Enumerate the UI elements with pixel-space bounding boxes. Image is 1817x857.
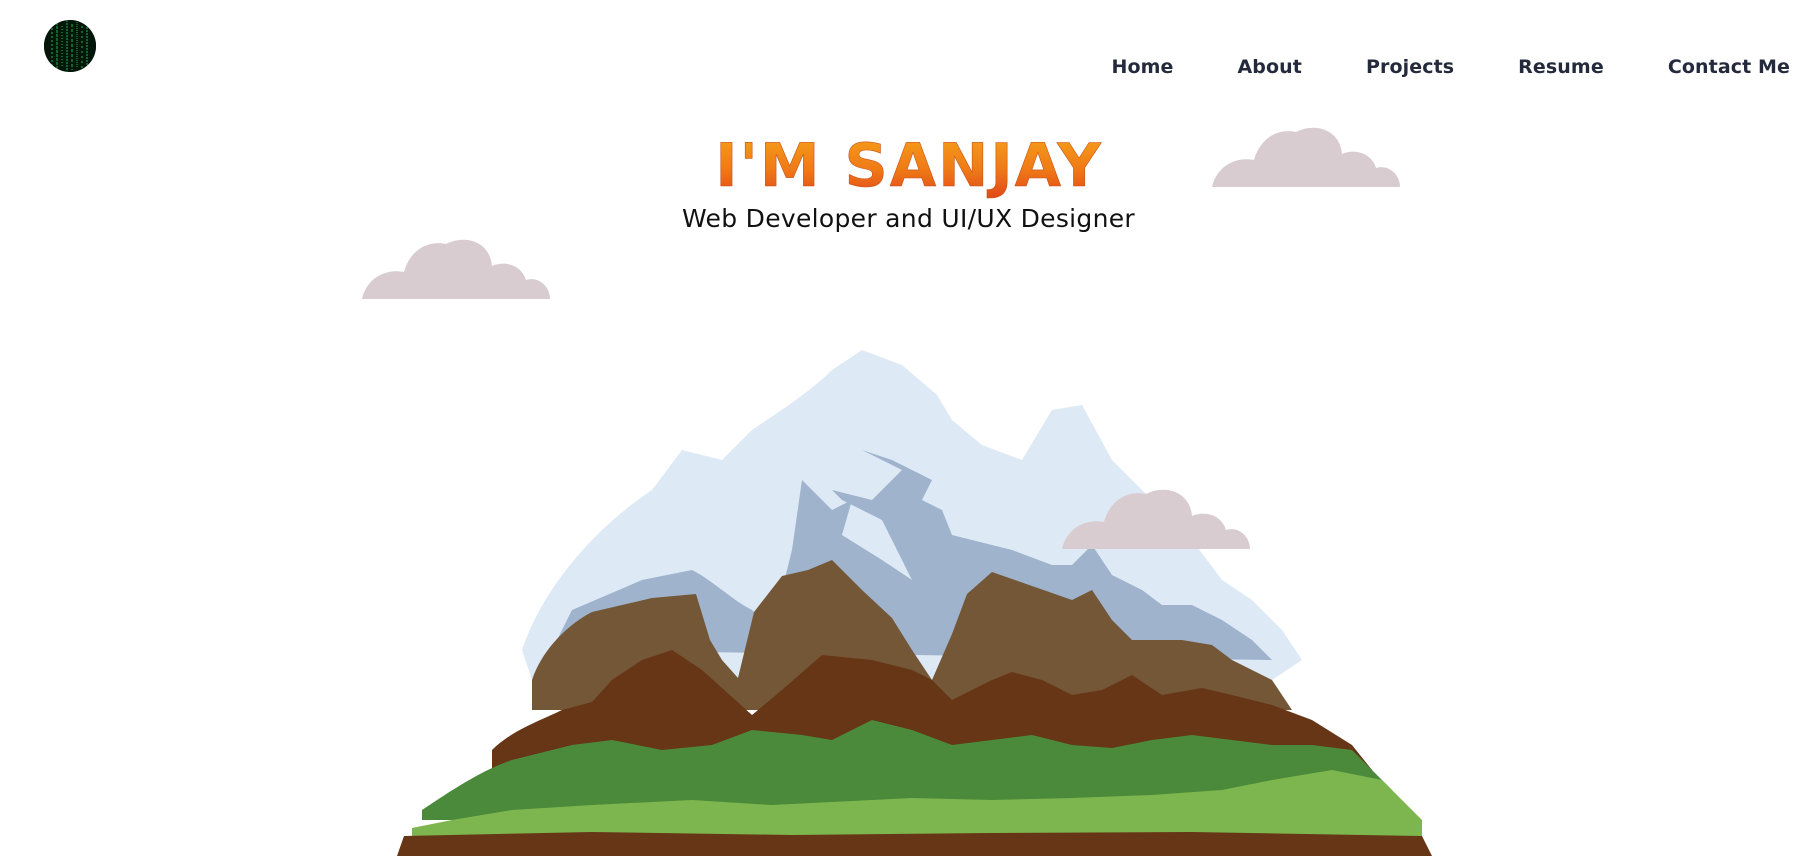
- hero-title-container: I'M SANJAY: [0, 120, 1817, 200]
- hero-title-svg: I'M SANJAY: [714, 131, 1103, 200]
- mountain-illustration: [392, 350, 1432, 856]
- hero-title: I'M SANJAY: [715, 131, 1103, 200]
- matrix-code-avatar-icon: [44, 20, 96, 72]
- main-nav: Home About Projects Resume Contact Me: [1111, 56, 1790, 78]
- cloud-icon: [1212, 124, 1402, 188]
- nav-about[interactable]: About: [1238, 56, 1302, 78]
- nav-home[interactable]: Home: [1111, 56, 1173, 78]
- nav-resume[interactable]: Resume: [1518, 56, 1604, 78]
- logo-avatar[interactable]: [44, 20, 96, 72]
- cloud-icon: [362, 236, 552, 300]
- hero-subtitle: Web Developer and UI/UX Designer: [682, 204, 1135, 233]
- nav-projects[interactable]: Projects: [1366, 56, 1454, 78]
- nav-contact-me[interactable]: Contact Me: [1668, 56, 1790, 78]
- portfolio-page: Home About Projects Resume Contact Me I'…: [0, 0, 1817, 857]
- cloud-icon: [1062, 486, 1252, 550]
